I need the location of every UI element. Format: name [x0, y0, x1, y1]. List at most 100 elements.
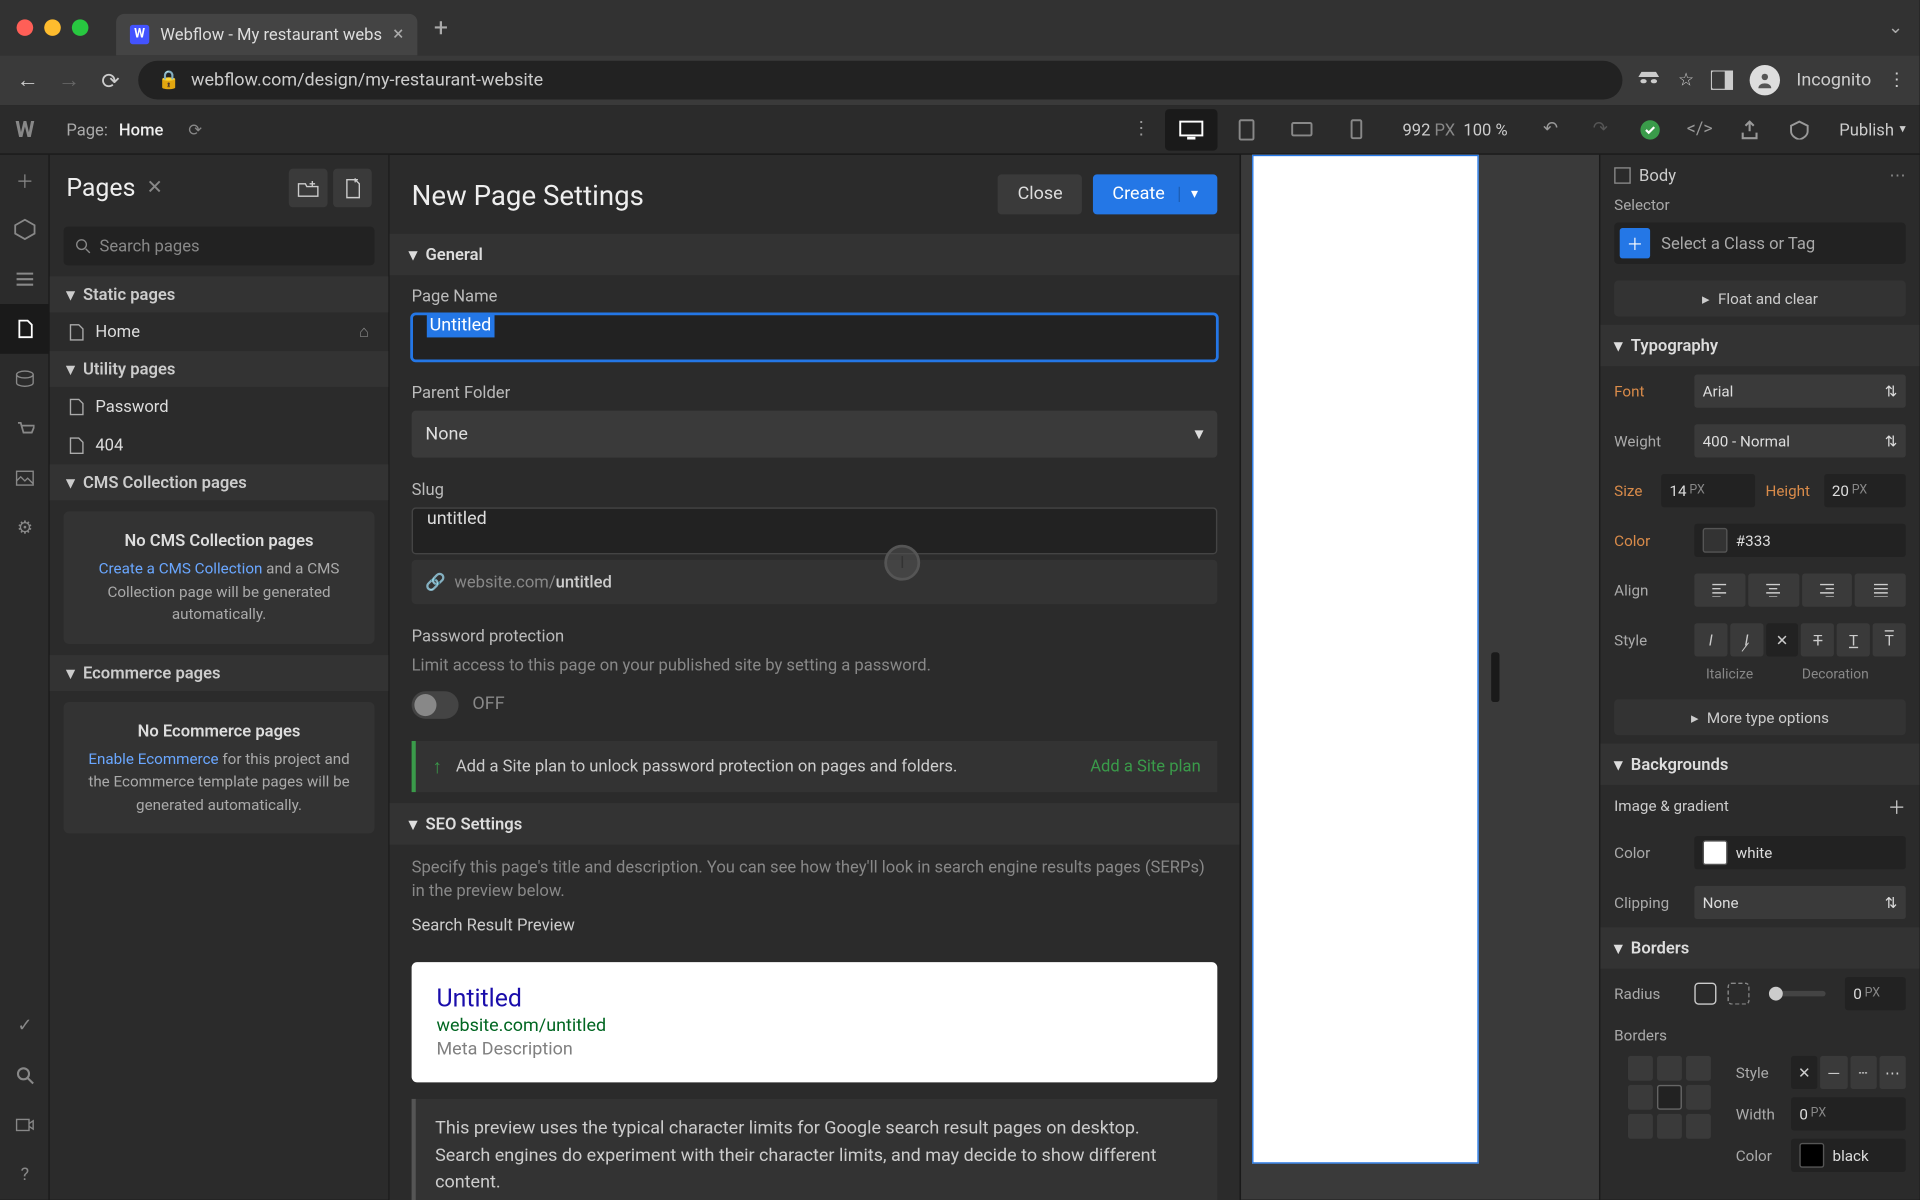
- font-size-input[interactable]: 14PX: [1661, 474, 1754, 507]
- search-rail-icon[interactable]: [0, 1050, 50, 1100]
- border-none-button[interactable]: ✕: [1791, 1056, 1818, 1089]
- redo-button[interactable]: ↷: [1577, 108, 1624, 149]
- backgrounds-header[interactable]: ▾ Backgrounds: [1600, 744, 1919, 785]
- close-button[interactable]: Close: [998, 174, 1082, 214]
- border-bottom[interactable]: [1657, 1114, 1682, 1139]
- reload-button[interactable]: ⟳: [97, 67, 125, 93]
- typography-header[interactable]: ▾ Typography: [1600, 325, 1919, 366]
- tab-close-icon[interactable]: ×: [393, 23, 403, 45]
- pages-icon[interactable]: [0, 304, 50, 354]
- italic-on-button[interactable]: I: [1694, 623, 1727, 656]
- checklist-icon[interactable]: ✓: [0, 1001, 50, 1051]
- breadcrumb-more-icon[interactable]: ⋯: [1889, 166, 1906, 185]
- bg-color-input[interactable]: white: [1694, 836, 1905, 869]
- create-cms-link[interactable]: Create a CMS Collection: [99, 560, 263, 578]
- radius-individual-icon[interactable]: [1728, 983, 1750, 1005]
- viewport-desktop-button[interactable]: [1165, 108, 1218, 149]
- align-center-button[interactable]: [1748, 574, 1799, 607]
- border-color-swatch[interactable]: [1799, 1143, 1824, 1168]
- general-section-header[interactable]: ▾ General: [390, 234, 1240, 275]
- border-right[interactable]: [1686, 1085, 1711, 1110]
- add-class-icon[interactable]: ＋: [1620, 228, 1650, 258]
- page-selector[interactable]: Page: Home ⟳: [50, 120, 219, 139]
- window-maximize-button[interactable]: [72, 19, 89, 36]
- utility-pages-header[interactable]: ▾ Utility pages: [50, 351, 389, 387]
- create-button[interactable]: Create▾: [1093, 174, 1217, 214]
- kebab-menu-icon[interactable]: ⋮: [1118, 108, 1165, 149]
- viewport-tablet-button[interactable]: [1220, 108, 1273, 149]
- tabs-dropdown-icon[interactable]: ⌄: [1888, 17, 1903, 38]
- more-type-toggle[interactable]: ▸ More type options: [1614, 699, 1906, 735]
- profile-avatar-icon[interactable]: [1749, 65, 1779, 95]
- bg-color-swatch[interactable]: [1703, 840, 1728, 865]
- code-icon[interactable]: </>: [1676, 108, 1723, 149]
- page-item-404[interactable]: 404: [50, 426, 389, 465]
- publish-button[interactable]: Publish▾: [1825, 120, 1919, 139]
- star-icon[interactable]: ☆: [1678, 70, 1694, 91]
- page-item-password[interactable]: Password: [50, 387, 389, 426]
- font-select[interactable]: Arial⇅: [1694, 375, 1905, 408]
- address-bar[interactable]: 🔒 webflow.com/design/my-restaurant-websi…: [138, 61, 1623, 100]
- browser-menu-icon[interactable]: ⋮: [1888, 70, 1906, 91]
- audit-icon[interactable]: [1776, 108, 1823, 149]
- decoration-none-button[interactable]: ✕: [1766, 623, 1799, 656]
- borders-header[interactable]: ▾ Borders: [1600, 927, 1919, 968]
- create-dropdown-icon[interactable]: ▾: [1179, 187, 1198, 202]
- design-canvas[interactable]: [1241, 155, 1599, 1200]
- viewport-landscape-button[interactable]: [1275, 108, 1328, 149]
- add-element-icon[interactable]: ＋: [0, 155, 50, 205]
- new-page-button[interactable]: [333, 169, 372, 208]
- border-dashed-button[interactable]: ┄: [1850, 1056, 1877, 1089]
- page-item-home[interactable]: Home ⌂: [50, 312, 389, 351]
- border-color-input[interactable]: black: [1791, 1139, 1906, 1172]
- assets-icon[interactable]: [0, 453, 50, 503]
- webflow-logo-icon[interactable]: W: [0, 104, 50, 154]
- underline-button[interactable]: T: [1837, 623, 1870, 656]
- parent-folder-select[interactable]: None▾: [412, 410, 1218, 457]
- border-solid-button[interactable]: ─: [1820, 1056, 1847, 1089]
- page-name-input[interactable]: Untitled: [412, 314, 1218, 361]
- line-height-input[interactable]: 20PX: [1824, 474, 1906, 507]
- new-folder-button[interactable]: [289, 169, 328, 208]
- seo-section-header[interactable]: ▾ SEO Settings: [390, 803, 1240, 844]
- overline-button[interactable]: T: [1873, 623, 1906, 656]
- browser-tab[interactable]: W Webflow - My restaurant webs ×: [116, 14, 417, 55]
- navigator-icon[interactable]: [0, 254, 50, 304]
- radius-uniform-icon[interactable]: [1694, 983, 1716, 1005]
- strike-button[interactable]: T: [1801, 623, 1834, 656]
- symbols-icon[interactable]: [0, 205, 50, 255]
- window-minimize-button[interactable]: [44, 19, 61, 36]
- border-dotted-button[interactable]: ⋯: [1879, 1056, 1906, 1089]
- align-justify-button[interactable]: [1855, 574, 1906, 607]
- refresh-icon[interactable]: ⟳: [188, 120, 202, 139]
- text-color-swatch[interactable]: [1703, 528, 1728, 553]
- align-right-button[interactable]: [1801, 574, 1852, 607]
- element-breadcrumb[interactable]: Body ⋯: [1600, 155, 1919, 196]
- window-close-button[interactable]: [17, 19, 34, 36]
- radius-input[interactable]: 0PX: [1845, 977, 1906, 1010]
- text-color-input[interactable]: #333: [1694, 524, 1905, 557]
- back-button[interactable]: ←: [14, 66, 42, 94]
- italic-off-button[interactable]: I⁄: [1730, 623, 1763, 656]
- slug-input[interactable]: untitled: [412, 507, 1218, 554]
- radius-slider[interactable]: [1769, 991, 1826, 997]
- align-left-button[interactable]: [1694, 574, 1745, 607]
- border-width-input[interactable]: 0PX: [1791, 1097, 1906, 1130]
- panel-icon[interactable]: [1711, 70, 1733, 89]
- video-icon[interactable]: [0, 1100, 50, 1150]
- pages-panel-close-icon[interactable]: ✕: [146, 177, 162, 199]
- undo-button[interactable]: ↶: [1527, 108, 1574, 149]
- canvas-page-body[interactable]: [1252, 155, 1479, 1164]
- weight-select[interactable]: 400 - Normal⇅: [1694, 424, 1905, 457]
- pages-search-input[interactable]: Search pages: [64, 227, 375, 266]
- class-selector-input[interactable]: ＋ Select a Class or Tag: [1614, 223, 1906, 264]
- border-left[interactable]: [1628, 1085, 1653, 1110]
- cms-pages-header[interactable]: ▾ CMS Collection pages: [50, 464, 389, 500]
- border-top[interactable]: [1657, 1056, 1682, 1081]
- clipping-select[interactable]: None⇅: [1694, 886, 1905, 919]
- float-clear-toggle[interactable]: ▸ Float and clear: [1614, 281, 1906, 317]
- export-icon[interactable]: [1726, 108, 1773, 149]
- border-side-picker[interactable]: [1628, 1056, 1711, 1139]
- border-all[interactable]: [1657, 1085, 1682, 1110]
- add-background-button[interactable]: ＋: [1888, 793, 1906, 819]
